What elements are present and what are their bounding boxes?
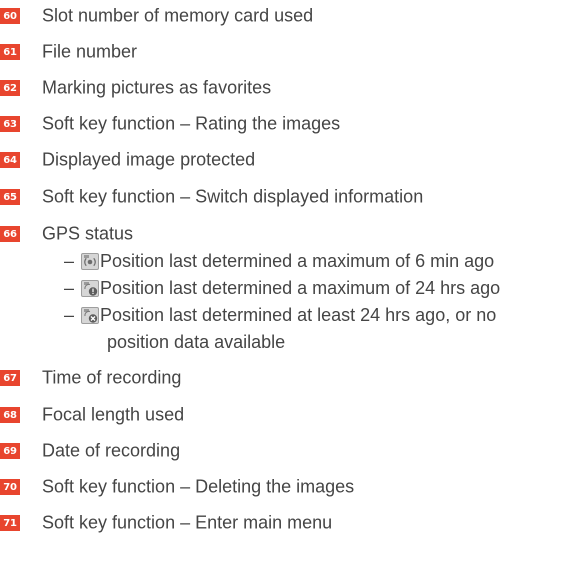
gps-state-item: – Position last determined at least 24 h… [0,302,569,328]
item-label: Soft key function – Deleting the images [42,476,355,497]
item-number-badge: 60 [0,8,20,24]
item-label: Soft key function – Enter main menu [42,512,333,533]
item-number-badge: 63 [0,116,20,132]
item-label: GPS status [42,223,134,244]
gps-state-text-continuation: position data available [107,331,286,352]
item-number-badge: 61 [0,44,20,60]
gps-state-item: – Position last determined a maximum of … [0,248,569,274]
item-number-badge: 65 [0,189,20,205]
item-label: Time of recording [42,367,182,388]
gps-signal-icon [81,252,99,270]
item-number-badge: 67 [0,370,20,386]
item-label: Marking pictures as favorites [42,77,272,98]
item-label: Date of recording [42,440,181,461]
list-dash: – [64,277,75,298]
item-number-badge: 69 [0,443,20,459]
item-label: Soft key function – Switch displayed inf… [42,186,424,207]
gps-warning-icon [81,279,99,297]
item-label: Displayed image protected [42,149,256,170]
gps-state-text: Position last determined a maximum of 6 … [100,250,495,271]
item-number-badge: 64 [0,152,20,168]
list-dash: – [64,250,75,271]
item-number-badge: 71 [0,515,20,531]
item-label: File number [42,41,138,62]
gps-no-position-icon [81,306,99,324]
item-number-badge: 70 [0,479,20,495]
item-number-badge: 62 [0,80,20,96]
gps-state-text: Position last determined a maximum of 24… [100,277,501,298]
item-label: Slot number of memory card used [42,5,314,26]
item-label: Focal length used [42,404,185,425]
item-number-badge: 66 [0,226,20,242]
item-label: Soft key function – Rating the images [42,113,341,134]
item-number-badge: 68 [0,407,20,423]
gps-state-item: – Position last determined a maximum of … [0,275,569,301]
list-dash: – [64,304,75,325]
gps-state-text: Position last determined at least 24 hrs… [100,304,497,325]
